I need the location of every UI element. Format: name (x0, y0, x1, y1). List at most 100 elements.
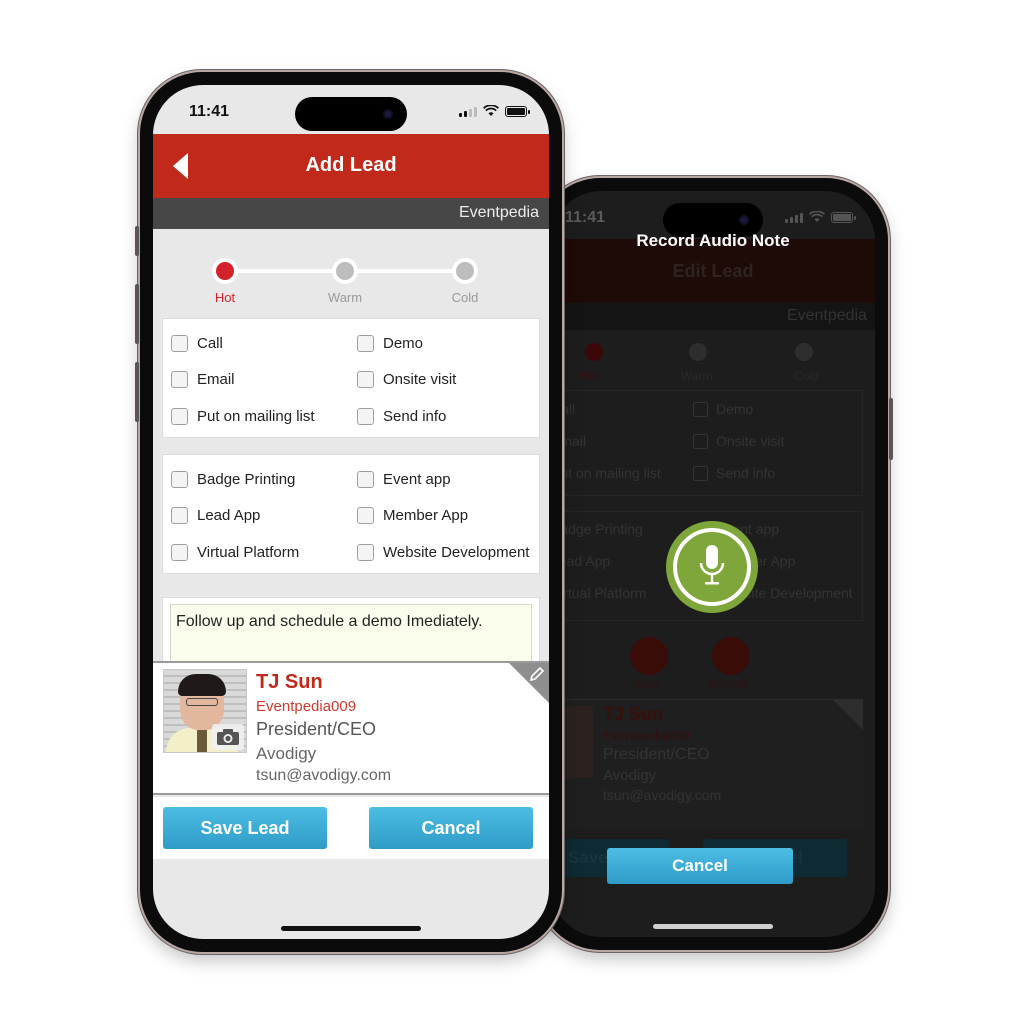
dim-checkbox (693, 402, 708, 417)
checkbox-website-development[interactable]: Website Development (357, 534, 539, 571)
dim-sub-bar: Eventpedia (551, 303, 875, 330)
checkbox-label: Virtual Platform (197, 543, 300, 561)
checkbox-badge-printing[interactable]: Badge Printing (171, 461, 357, 498)
checkbox[interactable] (357, 470, 374, 488)
dim-rating-dot-hot (585, 343, 603, 361)
status-time: 11:41 (189, 103, 230, 120)
wifi-icon (483, 105, 499, 116)
contact-name: TJ Sun (256, 671, 323, 693)
signal-icon (459, 106, 477, 117)
checkbox-virtual-platform[interactable]: Virtual Platform (171, 534, 357, 571)
dim-record-icon (712, 637, 750, 675)
checkbox[interactable] (357, 543, 374, 561)
dim-contact-company: Avodigy (603, 767, 657, 784)
dim-header-title: Edit Lead (672, 261, 754, 281)
checkbox[interactable] (171, 470, 188, 488)
dim-rating-dot-warm (689, 343, 707, 361)
checkbox-email[interactable]: Email (171, 362, 357, 399)
checkbox-lead-app[interactable]: Lead App (171, 498, 357, 535)
checkbox[interactable] (171, 334, 188, 352)
checkbox[interactable] (171, 407, 188, 425)
record-audio-title: Record Audio Note (636, 231, 790, 250)
contact-email: tsun@avodigy.com (256, 767, 392, 784)
dim-contact-title: President/CEO (603, 746, 710, 763)
checkbox[interactable] (171, 507, 188, 525)
checkbox-event-app[interactable]: Event app (357, 461, 539, 498)
dim-action-label: Note (635, 677, 661, 691)
rating-option-warm[interactable] (332, 258, 358, 284)
dim-rating-label: Warm (681, 369, 713, 383)
volume-down-button (135, 362, 139, 422)
save-lead-button[interactable]: Save Lead (163, 807, 327, 849)
checkbox-label: Call (197, 334, 223, 352)
checkbox-label: Put on mailing list (197, 407, 315, 425)
status-icons (785, 211, 856, 223)
rating-option-hot[interactable] (212, 258, 238, 284)
dim-checkbox (693, 466, 708, 481)
page-title: Add Lead (305, 154, 397, 176)
dim-option-label: Put on mailing list (551, 465, 661, 481)
rating-option-cold[interactable] (452, 258, 478, 284)
checkbox[interactable] (357, 334, 374, 352)
camera-icon[interactable] (212, 724, 244, 750)
dim-checkbox (693, 434, 708, 449)
lead-rating: Hot Warm Cold (153, 255, 549, 305)
dim-contact-card: TJ Sun Eventpedia009 President/CEO Avodi… (551, 699, 863, 829)
home-indicator (653, 924, 773, 929)
avatar[interactable] (163, 669, 247, 753)
record-microphone-button[interactable] (666, 521, 758, 613)
contact-id: Eventpedia009 (256, 698, 357, 715)
checkbox[interactable] (357, 407, 374, 425)
checkbox-label: Send info (383, 407, 447, 425)
checkbox[interactable] (171, 543, 188, 561)
dim-option-label: Demo (716, 401, 754, 417)
event-name: Eventpedia (458, 204, 539, 221)
overlay-cancel-button[interactable]: Cancel (607, 848, 793, 884)
checkbox-onsite-visit[interactable]: Onsite visit (357, 362, 539, 399)
camera-glyph (217, 729, 239, 745)
dim-option-label: Badge Printing (551, 521, 643, 537)
checkbox-label: Lead App (197, 507, 261, 525)
event-bar: Eventpedia (153, 198, 549, 229)
dynamic-island (295, 97, 407, 131)
checkbox[interactable] (171, 371, 188, 389)
checkbox-label: Demo (383, 334, 424, 352)
dim-contact-email: tsun@avodigy.com (603, 787, 722, 803)
dim-option-label: Send info (716, 465, 776, 481)
checkbox-member-app[interactable]: Member App (357, 498, 539, 535)
avatar-tie (197, 730, 207, 752)
dim-rating-label: Hot (581, 369, 600, 383)
back-phone-screen: 11:41 Edit Lead Eventpedia Hot Warm Cold… (551, 191, 875, 937)
cancel-button[interactable]: Cancel (369, 807, 533, 849)
checkbox-demo[interactable]: Demo (357, 325, 539, 362)
volume-up-button (135, 284, 139, 344)
front-phone: 11:41 Add Lead Eventpedia Hot Warm Cold (135, 72, 562, 952)
checkbox-call[interactable]: Call (171, 325, 357, 362)
checkbox-mailing-list[interactable]: Put on mailing list (171, 398, 357, 435)
dim-action-label: Record (709, 677, 748, 691)
pencil-icon[interactable] (528, 665, 546, 683)
checkbox-send-info[interactable]: Send info (357, 398, 539, 435)
status-bar: 11:41 (153, 85, 549, 133)
home-indicator (281, 926, 421, 931)
dim-option-label: Onsite visit (716, 433, 785, 449)
contact-card: TJ Sun Eventpedia009 President/CEO Avodi… (153, 661, 549, 795)
dim-note-icon (630, 637, 668, 675)
avatar-hair (178, 674, 226, 696)
camera-lens-icon (739, 215, 749, 225)
signal-icon (785, 212, 803, 223)
checkbox[interactable] (357, 507, 374, 525)
action-button (135, 226, 139, 256)
checkbox[interactable] (357, 371, 374, 389)
dim-edit-corner (833, 700, 863, 730)
checkbox-label: Badge Printing (197, 470, 296, 488)
checkbox-label: Email (197, 371, 235, 389)
contact-company: Avodigy (256, 744, 317, 763)
battery-icon (831, 211, 856, 223)
dim-rating-label: Cold (794, 369, 819, 383)
front-phone-screen: 11:41 Add Lead Eventpedia Hot Warm Cold (153, 85, 549, 939)
rating-label-warm: Warm (327, 290, 363, 305)
app-header: Add Lead (153, 134, 549, 198)
rating-label-cold: Cold (451, 290, 479, 305)
status-time: 11:41 (565, 209, 606, 226)
